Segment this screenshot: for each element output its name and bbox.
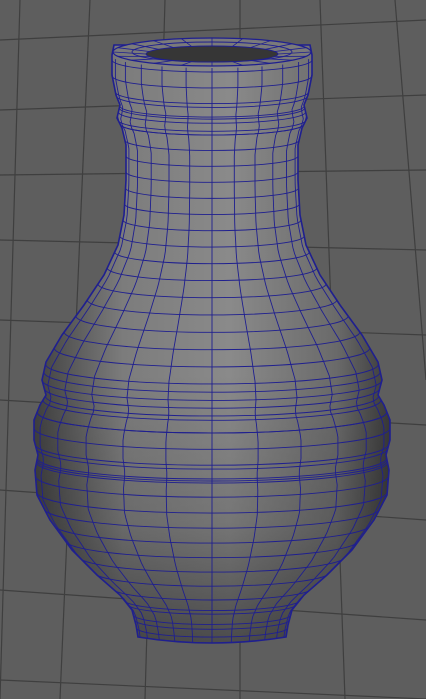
vase-rim[interactable] bbox=[112, 37, 312, 67]
3d-viewport[interactable] bbox=[0, 0, 426, 699]
grid-line bbox=[0, 0, 21, 699]
viewport-scene[interactable] bbox=[0, 0, 426, 699]
grid-line bbox=[0, 19, 426, 41]
grid-line bbox=[394, 0, 426, 381]
vase-mesh[interactable] bbox=[33, 37, 391, 647]
vase-mouth-opening bbox=[145, 45, 279, 63]
grid-line bbox=[0, 679, 426, 699]
